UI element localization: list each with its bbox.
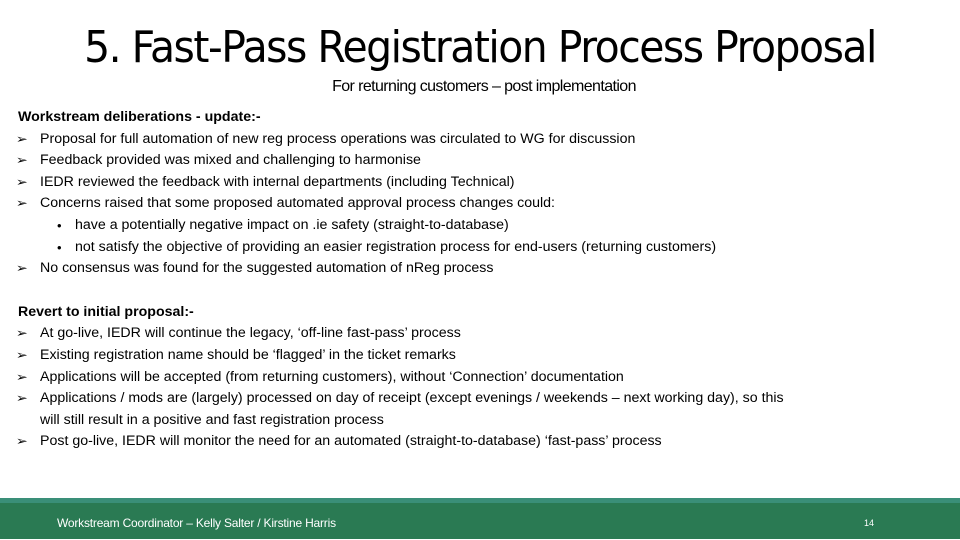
footer-bar: Workstream Coordinator – Kelly Salter / …	[0, 498, 960, 539]
arrow-bullet-icon: ➢	[15, 326, 28, 341]
arrow-bullet-icon: ➢	[15, 196, 28, 211]
list-item: ➢ Post go-live, IEDR will monitor the ne…	[15, 431, 938, 453]
slide-body: Workstream deliberations - update:- ➢ Pr…	[15, 107, 938, 453]
arrow-bullet-icon: ➢	[15, 261, 28, 276]
list-item: ➢ No consensus was found for the suggest…	[15, 258, 938, 280]
footer-accent-strip	[0, 498, 960, 503]
arrow-bullet-icon: ➢	[15, 174, 28, 189]
list-item: ➢ Applications / mods are (largely) proc…	[15, 388, 938, 410]
list-item-text: No consensus was found for the suggested…	[40, 260, 494, 277]
sub-list-item: • have a potentially negative impact on …	[18, 215, 938, 237]
arrow-bullet-icon: ➢	[15, 347, 28, 362]
slide-subtitle: For returning customers – post implement…	[332, 78, 636, 95]
slide-title: 5. Fast-Pass Registration Process Propos…	[84, 22, 877, 73]
list-item: ➢ IEDR reviewed the feedback with intern…	[15, 172, 938, 194]
list-item-text: Proposal for full automation of new reg …	[40, 130, 636, 147]
list-item-text: Existing registration name should be ‘fl…	[40, 346, 456, 363]
list-item-text: Post go-live, IEDR will monitor the need…	[40, 433, 662, 450]
list-item-text: Applications will be accepted (from retu…	[40, 368, 624, 385]
section-heading-revert: Revert to initial proposal:-	[18, 303, 194, 320]
arrow-bullet-icon: ➢	[15, 434, 28, 449]
section-heading-deliberations: Workstream deliberations - update:-	[18, 109, 261, 125]
sub-list-item-text: not satisfy the objective of providing a…	[75, 238, 717, 255]
list-item-text: IEDR reviewed the feedback with internal…	[40, 173, 515, 190]
list-item: ➢ Existing registration name should be ‘…	[15, 345, 938, 367]
list-item: ➢ At go-live, IEDR will continue the leg…	[15, 323, 938, 345]
dot-bullet-icon: •	[57, 217, 62, 233]
arrow-bullet-icon: ➢	[15, 391, 28, 406]
list-item: ➢ Concerns raised that some proposed aut…	[15, 193, 938, 215]
list-item: ➢ Feedback provided was mixed and challe…	[15, 150, 938, 172]
list-item-text: At go-live, IEDR will continue the legac…	[40, 325, 461, 342]
sub-list-item-text: have a potentially negative impact on .i…	[75, 216, 509, 233]
sub-list-item: • not satisfy the objective of providing…	[18, 237, 938, 259]
arrow-bullet-icon: ➢	[15, 369, 28, 384]
arrow-bullet-icon: ➢	[15, 153, 28, 168]
list-item: ➢ Proposal for full automation of new re…	[15, 129, 938, 151]
list-item: ➢ Applications will be accepted (from re…	[15, 367, 938, 389]
list-item-text: Concerns raised that some proposed autom…	[40, 195, 555, 212]
footer-text: Workstream Coordinator – Kelly Salter / …	[57, 516, 336, 530]
arrow-bullet-icon: ➢	[15, 131, 28, 146]
list-item-text: Feedback provided was mixed and challeng…	[40, 152, 421, 169]
list-item-text: Applications / mods are (largely) proces…	[40, 390, 784, 407]
dot-bullet-icon: •	[57, 239, 62, 255]
page-number: 14	[864, 518, 875, 528]
list-item-continuation: will still result in a positive and fast…	[40, 411, 384, 428]
